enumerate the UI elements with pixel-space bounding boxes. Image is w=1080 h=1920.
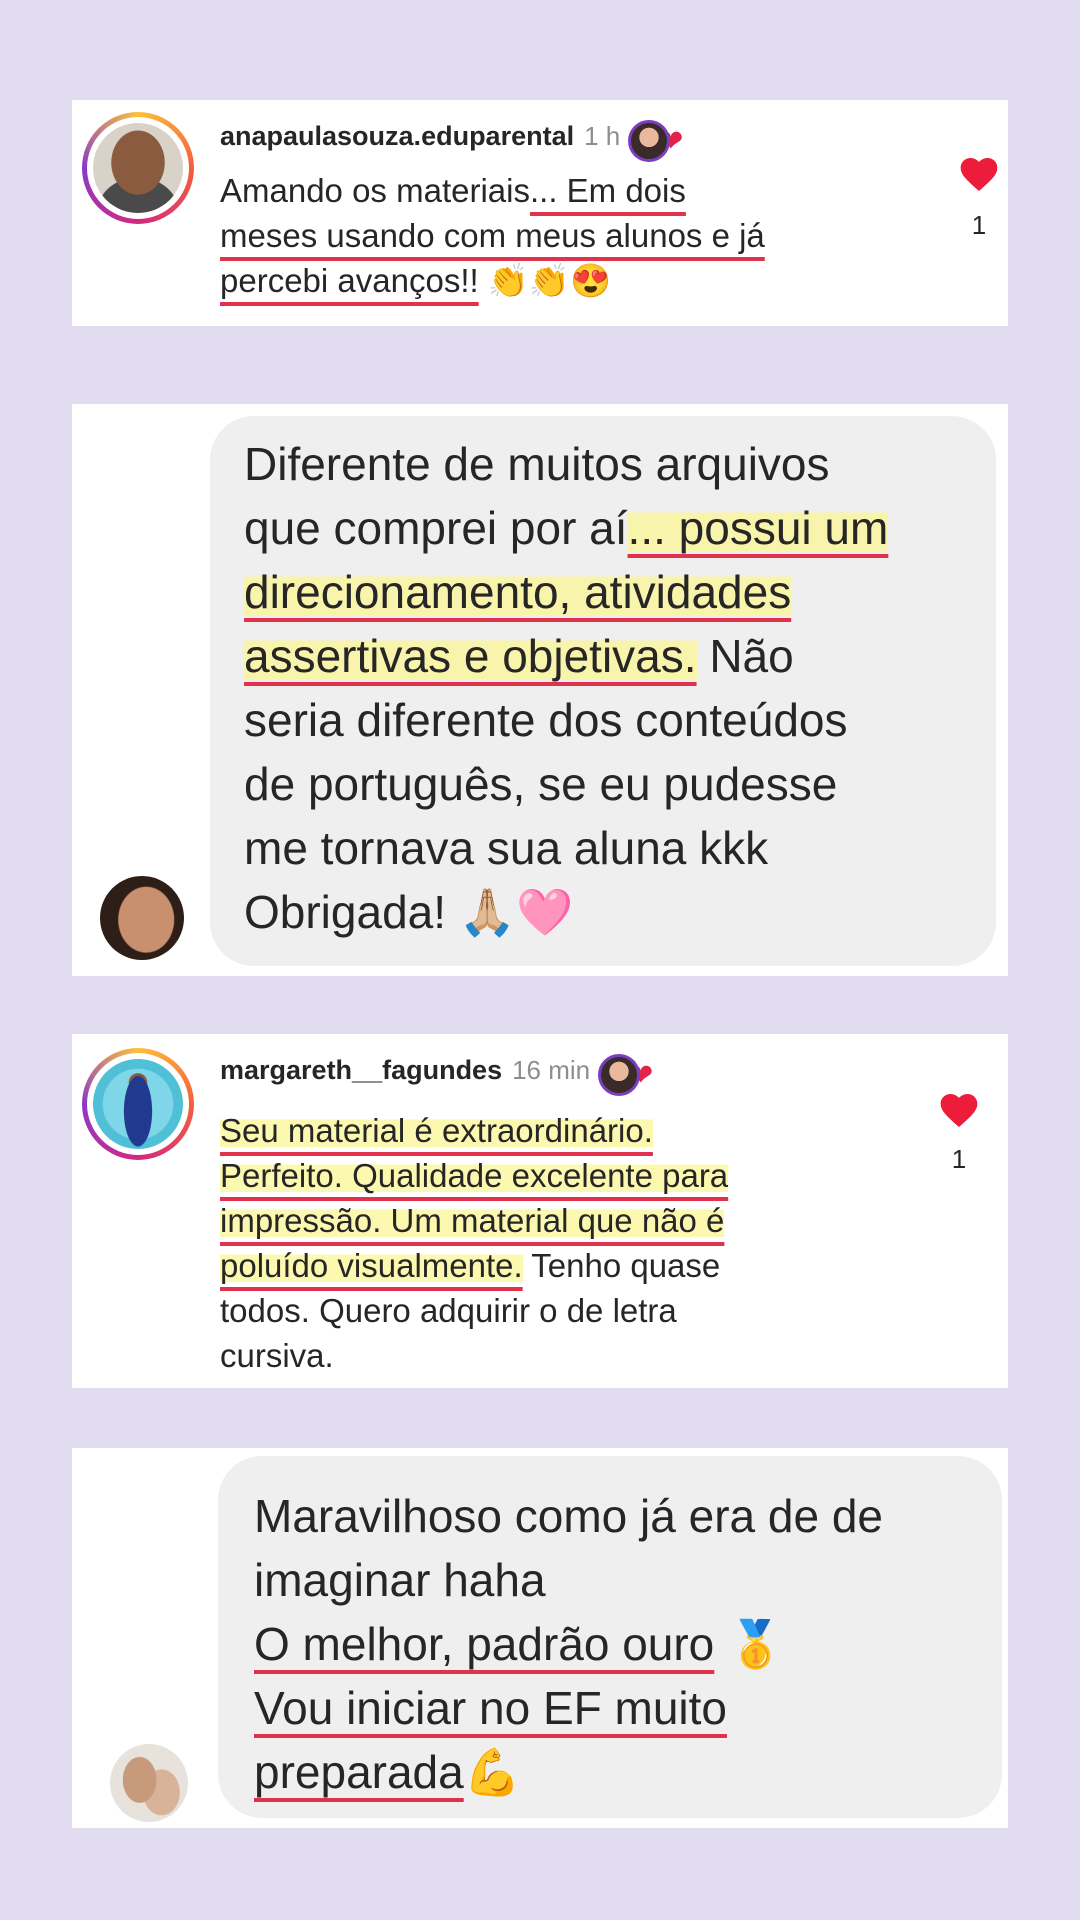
avatar[interactable] (100, 876, 184, 960)
author-avatar-icon (628, 120, 671, 162)
username[interactable]: anapaulasouza.eduparental (220, 121, 574, 151)
avatar[interactable] (110, 1744, 188, 1822)
like-count: 1 (971, 210, 987, 240)
message-text: Diferente de muitos arquivos que comprei… (244, 438, 889, 938)
username[interactable]: margareth__fagundes (220, 1055, 502, 1085)
avatar-story-ring[interactable] (82, 1048, 194, 1160)
comment-card-1: anapaulasouza.eduparental 1 h ❤ Amando os … (72, 100, 1008, 326)
comment-text: Amando os materiais... Em dois meses usa… (220, 172, 765, 299)
avatar-story-ring[interactable] (82, 112, 194, 224)
message-card-2: Maravilhoso como já era de de imaginar h… (72, 1448, 1008, 1828)
like-heart-icon[interactable] (957, 152, 1001, 196)
timestamp: 1 h (584, 121, 621, 152)
message-text: Maravilhoso como já era de de imaginar h… (254, 1490, 883, 1798)
timestamp: 16 min (512, 1055, 591, 1086)
author-avatar-icon (598, 1054, 641, 1096)
like-count: 1 (951, 1144, 967, 1174)
comment-card-2: margareth__fagundes 16 min ❤ Seu material … (72, 1034, 1008, 1388)
comment-text: Seu material é extraordinário. Perfeito.… (220, 1112, 729, 1374)
like-heart-icon[interactable] (937, 1088, 981, 1132)
avatar (93, 123, 183, 213)
message-card-1: Diferente de muitos arquivos que comprei… (72, 404, 1008, 976)
avatar (93, 1059, 183, 1149)
